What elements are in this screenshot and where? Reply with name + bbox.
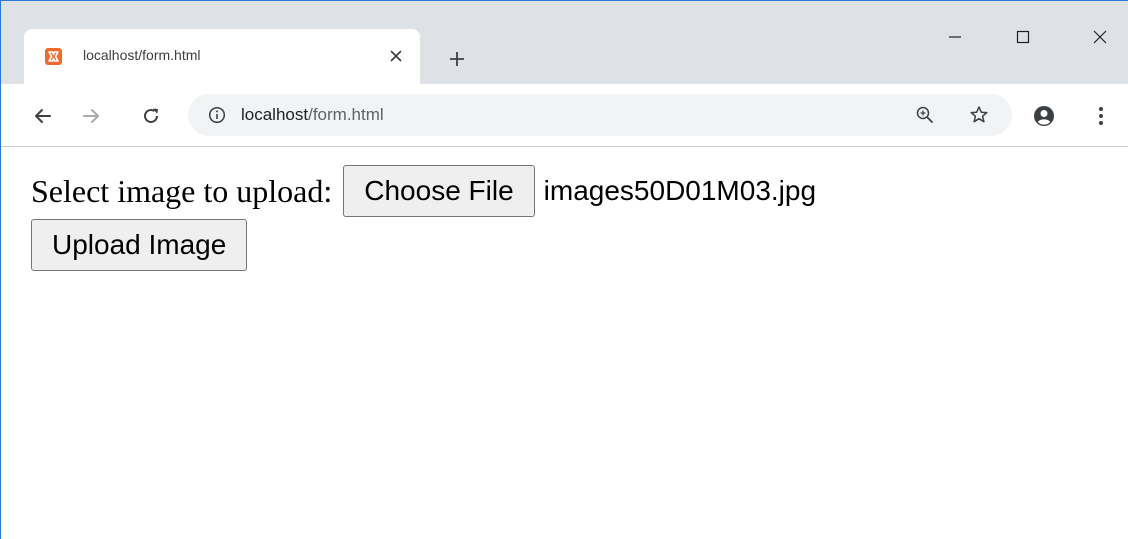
- url-text[interactable]: localhost/form.html: [241, 105, 384, 125]
- tab-close-icon[interactable]: [384, 44, 408, 68]
- tab-strip: localhost/form.html: [1, 1, 1128, 84]
- window-close-icon[interactable]: [1086, 23, 1114, 51]
- tab-active[interactable]: localhost/form.html: [24, 29, 420, 84]
- upload-label: Select image to upload:: [31, 173, 333, 209]
- url-path: /form.html: [308, 105, 384, 124]
- choose-file-button[interactable]: Choose File: [343, 165, 535, 217]
- upload-image-button[interactable]: Upload Image: [31, 219, 248, 271]
- browser-window: localhost/form.html localhost/form.html …: [0, 0, 1128, 539]
- new-tab-plus-icon[interactable]: [443, 45, 471, 73]
- address-bar[interactable]: localhost/form.html: [188, 94, 1012, 136]
- forward-arrow-icon[interactable]: [77, 102, 105, 130]
- browser-toolbar: localhost/form.html: [1, 84, 1128, 147]
- page-content: Select image to upload: Choose File imag…: [1, 147, 1128, 539]
- xampp-icon: [45, 48, 62, 65]
- url-host: localhost: [241, 105, 309, 124]
- profile-avatar-icon[interactable]: [1030, 102, 1058, 130]
- selected-file-name: images50D01M03.jpg: [543, 175, 817, 206]
- tab-title: localhost/form.html: [83, 47, 201, 63]
- file-upload-row: Select image to upload: Choose File imag…: [31, 165, 816, 217]
- bookmark-star-icon[interactable]: [968, 104, 990, 126]
- maximize-icon[interactable]: [1009, 23, 1037, 51]
- minimize-icon[interactable]: [941, 23, 969, 51]
- submit-row: Upload Image: [31, 219, 248, 271]
- zoom-icon[interactable]: [914, 104, 936, 126]
- back-arrow-icon[interactable]: [29, 102, 57, 130]
- reload-icon[interactable]: [137, 102, 165, 130]
- menu-kebab-icon[interactable]: [1087, 102, 1115, 130]
- info-icon[interactable]: [207, 105, 227, 125]
